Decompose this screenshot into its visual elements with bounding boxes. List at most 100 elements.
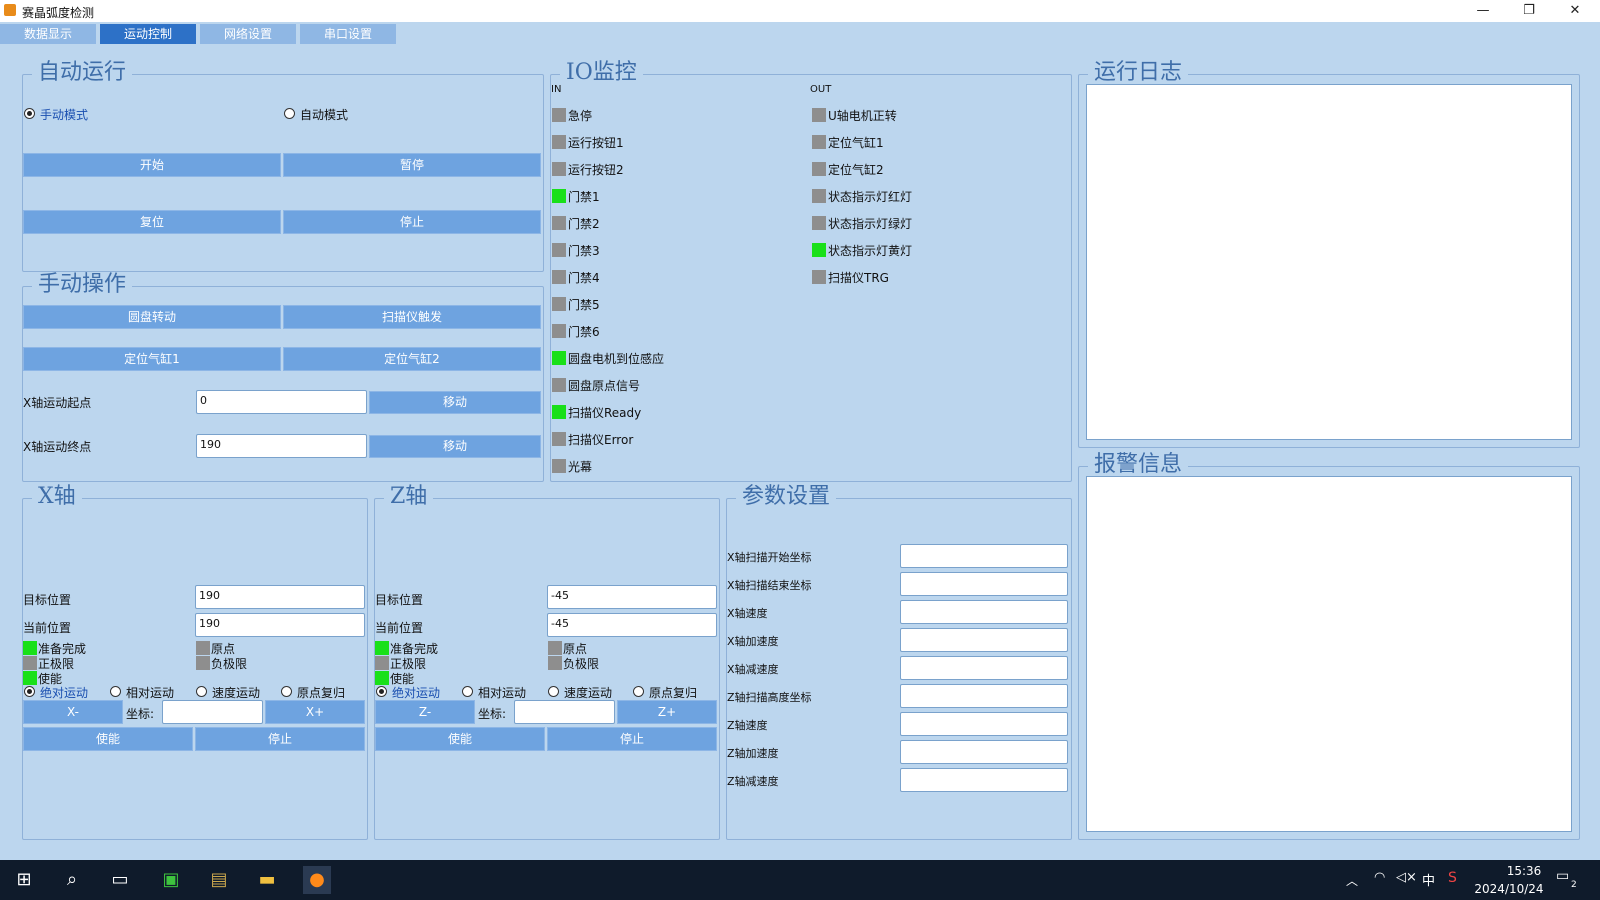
io-in-label: 门禁4 (568, 271, 600, 285)
alarm-textarea[interactable] (1086, 476, 1572, 832)
io-out-label: 状态指示灯红灯 (828, 190, 913, 204)
x-target-input[interactable]: 190 (195, 585, 365, 609)
x-start-move-button[interactable]: 移动 (369, 391, 541, 414)
code-editor-icon[interactable]: ▤ (205, 866, 233, 894)
x-plus-button[interactable]: X+ (265, 700, 365, 724)
z-target-label: 目标位置 (375, 593, 424, 607)
x-end-move-button[interactable]: 移动 (369, 435, 541, 458)
x-coord-input[interactable] (162, 700, 263, 724)
io-in-indicator (552, 432, 566, 446)
detection-app-taskbar-icon[interactable]: ● (303, 866, 331, 894)
x-start-input[interactable]: 0 (196, 390, 367, 414)
z-current-input: -45 (547, 613, 717, 637)
io-out-indicator (812, 216, 826, 230)
scanner-trigger-button[interactable]: 扫描仪触发 (283, 305, 541, 329)
x-enable-button[interactable]: 使能 (23, 727, 193, 751)
io-in-label: 光幕 (568, 460, 593, 474)
pause-button[interactable]: 暂停 (283, 153, 541, 177)
x-stop-button[interactable]: 停止 (195, 727, 365, 751)
auto-mode-radio[interactable] (284, 108, 295, 119)
z-target-input[interactable]: -45 (547, 585, 717, 609)
io-in-indicator (552, 108, 566, 122)
tab-data-display[interactable]: 数据显示 (0, 24, 96, 44)
z-coord-input[interactable] (514, 700, 615, 724)
start-button[interactable]: 开始 (23, 153, 281, 177)
x-mode-absolute-radio[interactable] (24, 686, 35, 697)
qt-app-icon[interactable]: ▣ (157, 866, 185, 894)
clock-time[interactable]: 15:36 (1494, 864, 1554, 878)
ime-indicator[interactable]: 中 (1422, 870, 1435, 889)
io-in-indicator (552, 459, 566, 473)
param-input[interactable] (900, 684, 1068, 708)
x-mode-relative-radio[interactable] (110, 686, 121, 697)
z-mode-absolute-radio[interactable] (376, 686, 387, 697)
param-input[interactable] (900, 740, 1068, 764)
x-end-label: X轴运动终点 (23, 440, 92, 454)
z-pos-limit-indicator (375, 656, 389, 670)
z-enable-button[interactable]: 使能 (375, 727, 545, 751)
x-mode-home-radio[interactable] (281, 686, 292, 697)
x-current-label: 当前位置 (23, 621, 72, 635)
close-button[interactable]: ✕ (1552, 0, 1598, 22)
param-input[interactable] (900, 656, 1068, 680)
search-icon[interactable]: ⌕ (58, 866, 86, 894)
io-in-indicator (552, 243, 566, 257)
param-input[interactable] (900, 768, 1068, 792)
z-enable-indicator (375, 671, 389, 685)
io-out-label: OUT (810, 84, 832, 95)
x-mode-home-label: 原点复归 (297, 686, 346, 700)
z-coord-label: 坐标: (478, 707, 507, 721)
tab-motion-control[interactable]: 运动控制 (100, 24, 196, 44)
tab-network-settings[interactable]: 网络设置 (200, 24, 296, 44)
io-in-label: 圆盘原点信号 (568, 379, 641, 393)
z-minus-button[interactable]: Z- (375, 700, 475, 724)
maximize-button[interactable]: ❐ (1506, 0, 1552, 22)
reset-button[interactable]: 复位 (23, 210, 281, 234)
x-mode-velocity-radio[interactable] (196, 686, 207, 697)
io-in-indicator (552, 351, 566, 365)
x-neg-limit-indicator (196, 656, 210, 670)
x-end-input[interactable]: 190 (196, 434, 367, 458)
auto-run-title: 自动运行 (32, 60, 133, 86)
io-out-indicator (812, 270, 826, 284)
tray-chevron-icon[interactable]: ︿ (1346, 872, 1358, 889)
x-origin-indicator (196, 641, 210, 655)
io-in-indicator (552, 270, 566, 284)
minimize-button[interactable]: — (1460, 0, 1506, 22)
z-mode-relative-radio[interactable] (462, 686, 473, 697)
log-title: 运行日志 (1088, 60, 1189, 86)
z-stop-button[interactable]: 停止 (547, 727, 717, 751)
disk-rotate-button[interactable]: 圆盘转动 (23, 305, 281, 329)
param-input[interactable] (900, 628, 1068, 652)
z-mode-velocity-label: 速度运动 (564, 686, 613, 700)
manual-mode-label: 手动模式 (40, 108, 89, 122)
tab-serial-settings[interactable]: 串口设置 (300, 24, 396, 44)
io-out-indicator (812, 243, 826, 257)
clock-date[interactable]: 2024/10/24 (1470, 882, 1548, 896)
z-mode-home-radio[interactable] (633, 686, 644, 697)
z-mode-velocity-radio[interactable] (548, 686, 559, 697)
param-input[interactable] (900, 600, 1068, 624)
sogou-ime-icon[interactable]: S (1448, 870, 1457, 886)
windows-start-icon[interactable]: ⊞ (10, 866, 38, 894)
param-input[interactable] (900, 572, 1068, 596)
cylinder2-button[interactable]: 定位气缸2 (283, 347, 541, 371)
param-input[interactable] (900, 544, 1068, 568)
manual-mode-radio[interactable] (24, 108, 35, 119)
param-input[interactable] (900, 712, 1068, 736)
task-view-icon[interactable]: ▭ (106, 866, 134, 894)
network-icon[interactable]: ◠ (1374, 870, 1385, 885)
notification-icon[interactable]: ▭ (1556, 868, 1569, 884)
z-plus-button[interactable]: Z+ (617, 700, 717, 724)
io-in-label: 门禁3 (568, 244, 600, 258)
x-minus-button[interactable]: X- (23, 700, 123, 724)
log-textarea[interactable] (1086, 84, 1572, 440)
io-out-label: 状态指示灯黄灯 (828, 244, 913, 258)
io-in-label: 运行按钮1 (568, 136, 624, 150)
auto-mode-label: 自动模式 (300, 108, 349, 122)
io-in-label: IN (551, 84, 562, 95)
volume-muted-icon[interactable]: ◁× (1396, 870, 1417, 885)
stop-button[interactable]: 停止 (283, 210, 541, 234)
file-explorer-icon[interactable]: ▬ (253, 866, 281, 894)
cylinder1-button[interactable]: 定位气缸1 (23, 347, 281, 371)
